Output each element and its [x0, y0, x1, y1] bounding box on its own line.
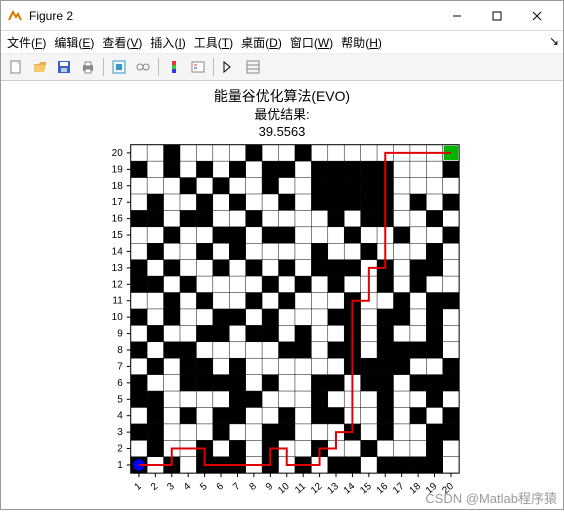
svg-text:14: 14: [112, 246, 124, 257]
svg-text:39.5563: 39.5563: [259, 124, 306, 139]
close-button[interactable]: [517, 2, 557, 30]
svg-text:9: 9: [117, 329, 123, 340]
menu-tools[interactable]: 工具(T): [194, 34, 233, 51]
toolbar-separator: [213, 58, 214, 76]
svg-text:17: 17: [112, 197, 124, 208]
svg-text:17: 17: [391, 481, 407, 497]
svg-text:12: 12: [309, 481, 325, 497]
new-figure-button[interactable]: [5, 56, 27, 78]
datacursor-button[interactable]: [108, 56, 130, 78]
menu-window[interactable]: 窗口(W): [290, 34, 333, 51]
menu-edit[interactable]: 编辑(E): [54, 34, 94, 51]
svg-text:1: 1: [133, 481, 145, 493]
svg-text:5: 5: [198, 481, 210, 493]
svg-text:11: 11: [293, 481, 308, 496]
insert-colorbar-button[interactable]: [163, 56, 185, 78]
svg-text:13: 13: [325, 481, 341, 497]
svg-text:11: 11: [112, 296, 123, 307]
svg-text:7: 7: [231, 481, 243, 493]
svg-text:14: 14: [342, 481, 358, 497]
window-title: Figure 2: [29, 9, 437, 23]
menu-view[interactable]: 查看(V): [102, 34, 142, 51]
svg-text:6: 6: [117, 378, 123, 389]
menu-help[interactable]: 帮助(H): [341, 34, 382, 51]
link-plot-button[interactable]: [132, 56, 154, 78]
svg-text:15: 15: [112, 230, 124, 241]
menu-desktop[interactable]: 桌面(D): [241, 34, 282, 51]
svg-text:16: 16: [375, 481, 391, 497]
menu-overflow-icon[interactable]: ↘: [549, 34, 559, 48]
insert-legend-button[interactable]: [187, 56, 209, 78]
svg-text:19: 19: [112, 164, 124, 175]
maximize-button[interactable]: [477, 2, 517, 30]
menu-file[interactable]: 文件(F): [7, 34, 46, 51]
menu-insert[interactable]: 插入(I): [150, 34, 185, 51]
svg-text:15: 15: [358, 481, 374, 497]
print-button[interactable]: [77, 56, 99, 78]
svg-text:2: 2: [149, 481, 161, 493]
svg-text:20: 20: [112, 148, 124, 159]
svg-text:3: 3: [117, 427, 123, 438]
svg-text:18: 18: [407, 481, 423, 497]
svg-text:5: 5: [117, 394, 123, 405]
svg-text:4: 4: [182, 481, 194, 493]
svg-text:2: 2: [117, 444, 123, 455]
svg-text:最优结果:: 最优结果:: [254, 107, 309, 122]
toolbar-separator: [103, 58, 104, 76]
svg-text:能量谷优化算法(EVO): 能量谷优化算法(EVO): [214, 88, 350, 104]
svg-text:7: 7: [117, 361, 123, 372]
svg-text:10: 10: [276, 481, 292, 497]
watermark-text: CSDN @Matlab程序猿: [425, 488, 557, 507]
figure-window: Figure 2 文件(F) 编辑(E) 查看(V) 插入(I) 工具(T) 桌…: [0, 0, 564, 510]
svg-text:10: 10: [112, 312, 124, 323]
toolbar: [1, 53, 563, 81]
svg-text:8: 8: [247, 481, 259, 493]
matlab-icon: [7, 8, 23, 24]
svg-text:4: 4: [117, 411, 123, 422]
svg-text:16: 16: [112, 214, 124, 225]
svg-text:1: 1: [117, 460, 123, 471]
edit-plot-button[interactable]: [218, 56, 240, 78]
menubar: 文件(F) 编辑(E) 查看(V) 插入(I) 工具(T) 桌面(D) 窗口(W…: [1, 31, 563, 53]
minimize-button[interactable]: [437, 2, 477, 30]
open-button[interactable]: [29, 56, 51, 78]
svg-text:18: 18: [112, 181, 124, 192]
svg-text:6: 6: [215, 481, 227, 493]
svg-text:9: 9: [264, 481, 276, 493]
property-editor-button[interactable]: [242, 56, 264, 78]
svg-text:8: 8: [117, 345, 123, 356]
save-button[interactable]: [53, 56, 75, 78]
svg-text:13: 13: [112, 263, 124, 274]
svg-text:3: 3: [165, 481, 177, 493]
svg-text:12: 12: [112, 279, 124, 290]
figure-axes-area[interactable]: 能量谷优化算法(EVO)最优结果:39.55631234567891011121…: [1, 83, 563, 509]
titlebar: Figure 2: [1, 1, 563, 31]
toolbar-separator: [158, 58, 159, 76]
